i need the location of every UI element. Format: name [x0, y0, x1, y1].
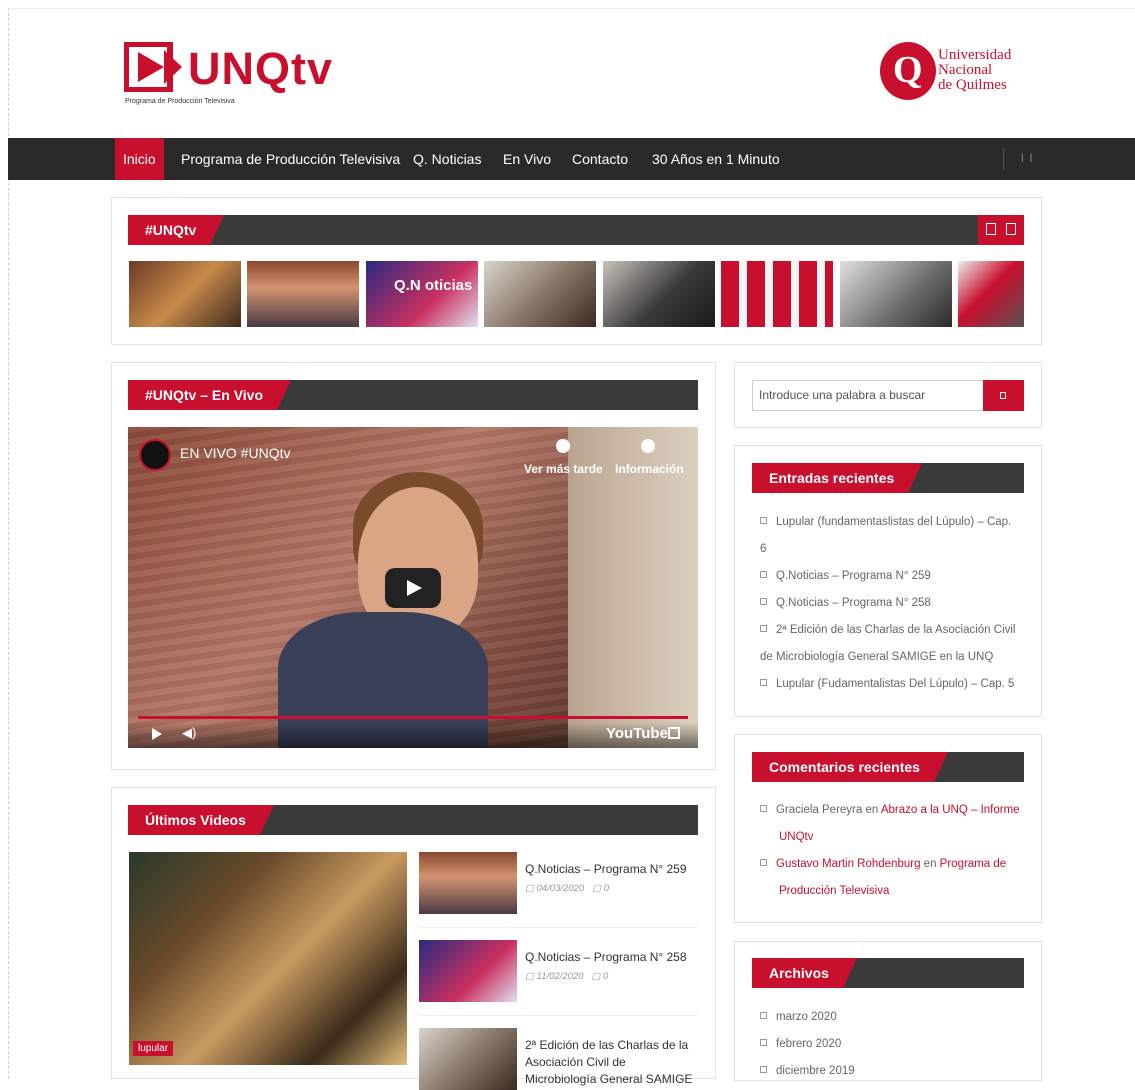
logo-text: UNQtv [188, 43, 334, 94]
carousel-thumb[interactable]: Q.N oticias [366, 261, 478, 327]
latest-title: Últimos Videos [128, 805, 274, 835]
next-arrow-icon[interactable] [1006, 223, 1016, 235]
video-title-link[interactable]: Q.Noticias – Programa N° 259 [525, 861, 695, 878]
carousel-header: #UNQtv [128, 215, 1024, 245]
carousel-thumb[interactable] [129, 261, 241, 327]
recent-post-link[interactable]: 6 [760, 536, 766, 563]
comment-post-link[interactable]: Producción Televisiva [779, 878, 889, 905]
info-button[interactable]: Información [615, 462, 684, 476]
recent-posts-header: Entradas recientes [752, 463, 1024, 493]
search-icon [1000, 392, 1006, 399]
recent-post-link[interactable]: Q.Noticias – Programa N° 259 [760, 563, 931, 590]
comment-post-link[interactable]: UNQtv [779, 824, 814, 851]
progress-bar[interactable] [138, 716, 688, 719]
nav-item-programa[interactable]: Programa de Producción Televisiva [181, 138, 400, 180]
video-thumb[interactable] [419, 940, 517, 1002]
university-seal-icon: Q [880, 42, 936, 100]
watch-later-button[interactable]: Ver más tarde [524, 462, 603, 476]
recent-post-link[interactable]: Q.Noticias – Programa N° 258 [760, 590, 931, 617]
video-thumb[interactable] [419, 1028, 517, 1090]
category-tag[interactable]: lupular [133, 1041, 174, 1056]
video-thumb[interactable] [419, 852, 517, 914]
prev-arrow-icon[interactable] [986, 223, 996, 235]
info-icon[interactable] [641, 439, 655, 453]
video-meta: ▢ 04/03/2020 ▢ 0 [525, 883, 610, 894]
carousel-title: #UNQtv [128, 215, 225, 245]
logo-tagline: Programa de Producción Televisiva [125, 98, 235, 105]
carousel-thumb[interactable] [840, 261, 952, 327]
carousel-thumb[interactable] [484, 261, 596, 327]
search-button[interactable] [983, 380, 1024, 411]
recent-comments-title: Comentarios recientes [752, 752, 948, 782]
recent-comments-header: Comentarios recientes [752, 752, 1024, 782]
fullscreen-icon[interactable] [668, 727, 680, 739]
recent-post-link[interactable]: 2ª Edición de las Charlas de la Asociaci… [760, 617, 1016, 644]
nav-item-inicio[interactable]: Inicio [115, 138, 164, 180]
archive-link[interactable]: diciembre 2019 [760, 1058, 855, 1085]
volume-icon[interactable]: ◀) [182, 725, 196, 741]
nav-item-en-vivo[interactable]: En Vivo [503, 138, 551, 180]
channel-avatar[interactable] [139, 439, 171, 471]
archive-link[interactable]: marzo 2020 [760, 1004, 837, 1031]
carousel-thumb[interactable] [247, 261, 359, 327]
nav-item-30-anos[interactable]: 30 Años en 1 Minuto [652, 138, 780, 180]
carousel-thumb[interactable] [721, 261, 833, 327]
carousel-thumb[interactable] [958, 261, 1024, 327]
comment-entry: Gustavo Martin Rohdenburg en Programa de [760, 851, 1006, 878]
video-title-link[interactable]: 2ª Edición de las Charlas de la Asociaci… [525, 1037, 695, 1088]
recent-post-link[interactable]: Lupular (Fudamentalistas Del Lúpulo) – C… [760, 671, 1014, 698]
play-button[interactable] [385, 568, 441, 608]
nav-item-contacto[interactable]: Contacto [572, 138, 628, 180]
pause-icon[interactable]: | | [1021, 152, 1034, 162]
thumb-caption: Q.N oticias [394, 277, 473, 294]
recent-post-link[interactable]: de Microbiología General SAMIGE en la UN… [760, 644, 993, 671]
play-icon[interactable] [152, 728, 162, 740]
comment-entry: Graciela Pereyra en Abrazo a la UNQ – In… [760, 797, 1020, 824]
featured-video-thumb[interactable] [129, 852, 407, 1065]
video-player[interactable]: EN VIVO #UNQtv Ver más tarde Información… [128, 427, 698, 748]
clock-icon[interactable] [556, 439, 570, 453]
university-name: Universidad Nacional de Quilmes [938, 47, 1012, 93]
carousel-controls [978, 215, 1024, 245]
archives-title: Archivos [752, 958, 857, 988]
carousel-thumb[interactable] [603, 261, 715, 327]
live-title: #UNQtv – En Vivo [128, 380, 292, 410]
youtube-logo[interactable]: YouTube [606, 725, 668, 742]
university-logo[interactable]: Q Universidad Nacional de Quilmes [880, 40, 1030, 102]
archives-header: Archivos [752, 958, 1024, 988]
search-input[interactable]: Introduce una palabra a buscar [752, 380, 984, 411]
site-logo[interactable]: UNQtv Programa de Producción Televisiva [119, 34, 359, 114]
nav-item-qnoticias[interactable]: Q. Noticias [413, 138, 481, 180]
latest-header: Últimos Videos [128, 805, 698, 835]
live-header: #UNQtv – En Vivo [128, 380, 698, 410]
video-title-link[interactable]: Q.Noticias – Programa N° 258 [525, 949, 695, 966]
main-nav: Inicio Programa de Producción Televisiva… [8, 138, 1135, 180]
recent-post-link[interactable]: Lupular (fundamentaslistas del Lúpulo) –… [760, 509, 1011, 536]
nav-divider [1003, 148, 1004, 170]
archive-link[interactable]: febrero 2020 [760, 1031, 841, 1058]
video-meta: ▢ 11/02/2020 ▢ 0 [525, 971, 609, 982]
video-title[interactable]: EN VIVO #UNQtv [180, 445, 290, 461]
recent-posts-title: Entradas recientes [752, 463, 923, 493]
play-logo-icon [124, 42, 182, 92]
